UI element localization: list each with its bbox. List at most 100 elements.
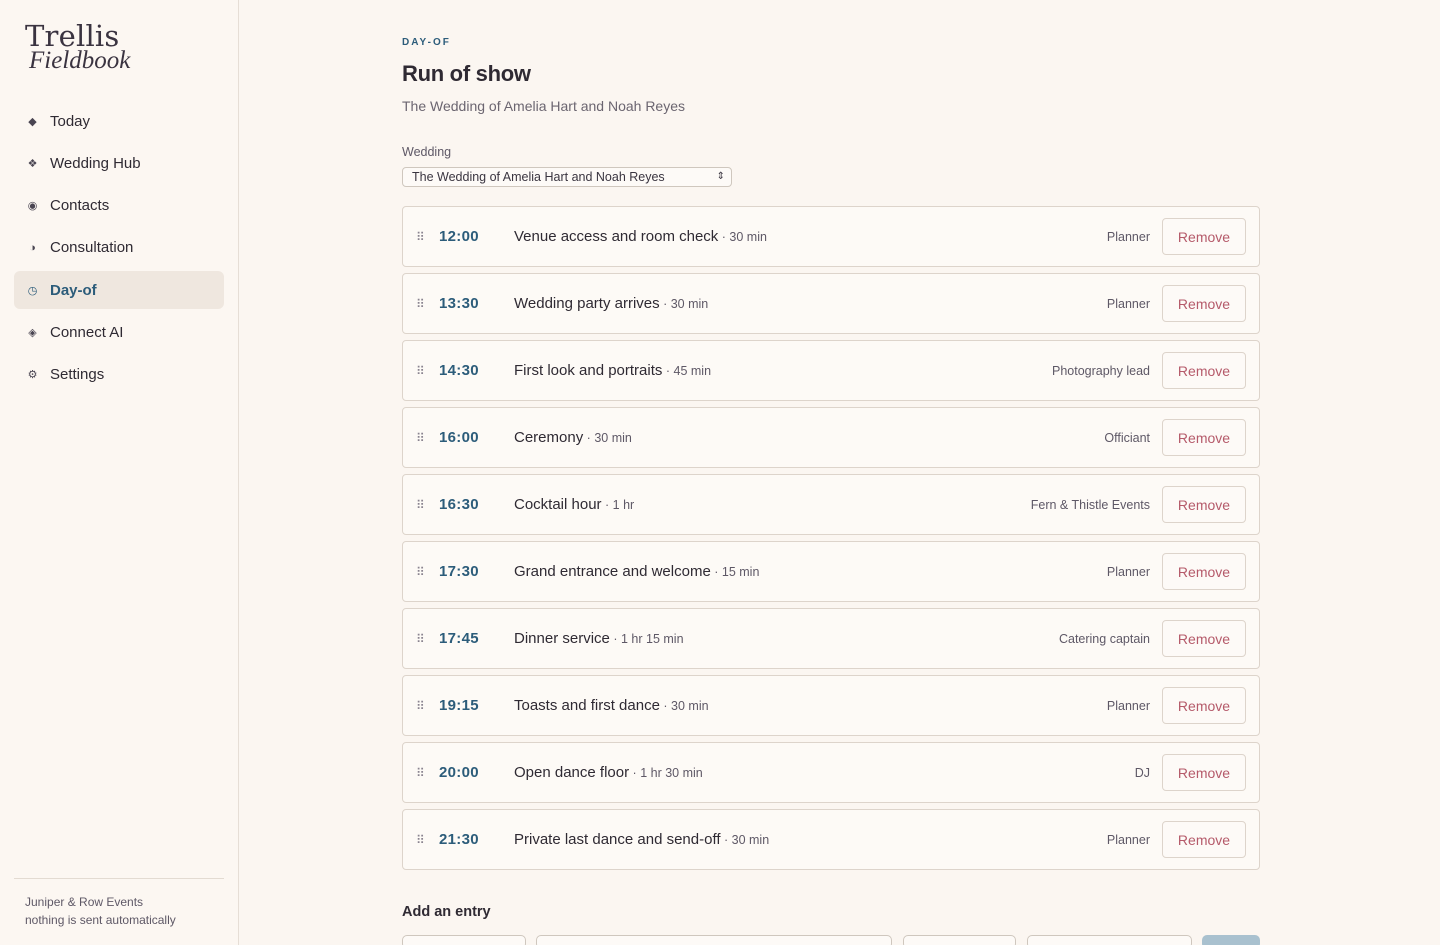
drag-handle-icon[interactable]: ⠿	[416, 766, 425, 780]
entry-owner: Planner	[1106, 296, 1150, 311]
add-duration-input[interactable]	[903, 935, 1016, 945]
sidebar-item-label: Day-of	[50, 281, 97, 299]
schedule-row: ⠿ 17:45 Dinner service · 1 hr 15 min Cateri…	[402, 608, 1260, 669]
entry-owner: Photography lead	[1052, 363, 1150, 378]
drag-handle-icon[interactable]: ⠿	[416, 364, 425, 378]
schedule-row: ⠿ 20:00 Open dance floor · 1 hr 30 min DJ Re…	[402, 742, 1260, 803]
entry-separator: ·	[583, 431, 595, 445]
remove-button[interactable]: Remove	[1162, 687, 1246, 724]
diamond-icon: ◆	[28, 115, 37, 128]
add-task-input[interactable]	[536, 935, 892, 945]
sidebar-item-label: Today	[50, 112, 91, 130]
schedule-row: ⠿ 14:30 First look and portraits · 45 min P…	[402, 340, 1260, 401]
sidebar-item-today[interactable]: ◆ Today	[14, 102, 224, 140]
entry-separator: ·	[601, 498, 613, 512]
add-time-input[interactable]	[402, 935, 526, 945]
drag-handle-icon[interactable]: ⠿	[416, 297, 425, 311]
sidebar-item-contacts[interactable]: ◉ Contacts	[14, 187, 224, 225]
entry-task-label: Dinner service	[514, 630, 610, 647]
entry-owner: Planner	[1106, 698, 1150, 713]
entry-duration: 1 hr	[612, 498, 635, 512]
wedding-select[interactable]: The Wedding of Amelia Hart and Noah Reye…	[402, 167, 732, 187]
entry-duration: 45 min	[673, 364, 712, 378]
add-entry-title: Add an entry	[402, 904, 491, 920]
sidebar-nav: ◆ Today ❖ Wedding Hub ◉ Contacts ◑ Consultation…	[14, 102, 224, 398]
entry-task: Venue access and room check · 30 min	[514, 228, 767, 245]
entry-time: 21:30	[439, 831, 479, 848]
entry-owner: Catering captain	[1058, 631, 1150, 646]
add-owner-input[interactable]	[1027, 935, 1192, 945]
entry-separator: ·	[720, 833, 732, 847]
remove-button[interactable]: Remove	[1162, 218, 1246, 255]
sidebar: Trellis Fieldbook ◆ Today ❖ Wedding Hub ◉ Con…	[0, 0, 239, 945]
entry-duration: 30 min	[670, 297, 709, 311]
drag-handle-icon[interactable]: ⠿	[416, 498, 425, 512]
remove-button[interactable]: Remove	[1162, 821, 1246, 858]
entry-task-label: First look and portraits	[514, 362, 663, 379]
entry-task-label: Private last dance and send-off	[514, 831, 721, 848]
remove-button[interactable]: Remove	[1162, 754, 1246, 791]
sidebar-item-consultation[interactable]: ◑ Consultation	[14, 229, 224, 267]
entry-owner: Planner	[1106, 564, 1150, 579]
remove-button[interactable]: Remove	[1162, 352, 1246, 389]
drag-handle-icon[interactable]: ⠿	[416, 632, 425, 646]
schedule-row: ⠿ 13:30 Wedding party arrives · 30 min Plan…	[402, 273, 1260, 334]
clock-icon: ◷	[27, 284, 38, 297]
schedule-row: ⠿ 21:30 Private last dance and send-off · …	[402, 809, 1260, 870]
add-entry-form	[402, 935, 1260, 945]
schedule-row: ⠿ 16:00 Ceremony · 30 min Officiant Remove	[402, 407, 1260, 468]
entry-time: 17:45	[439, 630, 479, 647]
entry-owner: Planner	[1106, 832, 1150, 847]
drag-handle-icon[interactable]: ⠿	[416, 699, 425, 713]
sidebar-footer: Juniper & Row Events nothing is sent aut…	[14, 878, 224, 929]
entry-time: 16:30	[439, 496, 479, 513]
entry-separator: ·	[710, 565, 722, 579]
schedule-row: ⠿ 17:30 Grand entrance and welcome · 15 mi…	[402, 541, 1260, 602]
entry-time: 16:00	[439, 429, 479, 446]
add-entry-button[interactable]	[1202, 935, 1260, 945]
entry-time: 20:00	[439, 764, 479, 781]
entry-separator: ·	[662, 364, 674, 378]
page-eyebrow: DAY-OF	[402, 37, 451, 48]
drag-handle-icon[interactable]: ⠿	[416, 833, 425, 847]
sidebar-item-label: Contacts	[50, 197, 110, 215]
drag-handle-icon[interactable]: ⠿	[416, 565, 425, 579]
drag-handle-icon[interactable]: ⠿	[416, 230, 425, 244]
brand-logo: Trellis Fieldbook	[25, 22, 131, 74]
run-of-show-list: ⠿ 12:00 Venue access and room check · 30 m…	[402, 206, 1260, 876]
sidebar-item-label: Consultation	[50, 239, 134, 257]
entry-time: 19:15	[439, 697, 479, 714]
entry-owner: DJ	[1134, 765, 1150, 780]
circle-dot-icon: ◉	[27, 200, 38, 213]
diamond-outline-icon: ◈	[28, 326, 37, 339]
sidebar-item-connect-ai[interactable]: ◈ Connect AI	[14, 313, 224, 351]
entry-separator: ·	[659, 699, 672, 713]
entry-owner: Planner	[1106, 229, 1150, 244]
remove-button[interactable]: Remove	[1162, 419, 1246, 456]
four-diamonds-icon: ❖	[27, 157, 38, 170]
footer-note: nothing is sent automatically	[25, 912, 176, 927]
entry-duration: 30 min	[594, 431, 632, 445]
entry-task: Open dance floor · 1 hr 30 min	[514, 764, 703, 781]
entry-duration: 1 hr 15 min	[620, 632, 684, 646]
remove-button[interactable]: Remove	[1162, 285, 1246, 322]
sidebar-item-day-of[interactable]: ◷ Day-of	[14, 271, 224, 310]
entry-duration: 30 min	[671, 699, 709, 713]
drag-handle-icon[interactable]: ⠿	[416, 431, 425, 445]
remove-button[interactable]: Remove	[1162, 486, 1246, 523]
remove-button[interactable]: Remove	[1162, 553, 1246, 590]
entry-duration: 1 hr 30 min	[640, 766, 703, 780]
remove-button[interactable]: Remove	[1162, 620, 1246, 657]
entry-task: Wedding party arrives · 30 min	[514, 295, 708, 312]
entry-separator: ·	[718, 230, 730, 244]
sidebar-item-wedding-hub[interactable]: ❖ Wedding Hub	[14, 144, 224, 182]
entry-time: 14:30	[439, 362, 479, 379]
entry-duration: 15 min	[721, 565, 760, 579]
brand-line-2: Fieldbook	[29, 47, 131, 74]
entry-separator: ·	[659, 297, 671, 311]
sidebar-item-settings[interactable]: ⚙ Settings	[14, 356, 224, 394]
page-title: Run of show	[402, 61, 531, 86]
entry-owner: Officiant	[1104, 430, 1150, 445]
org-name: Juniper & Row Events	[25, 895, 144, 909]
half-circle-icon: ◑	[29, 241, 36, 254]
